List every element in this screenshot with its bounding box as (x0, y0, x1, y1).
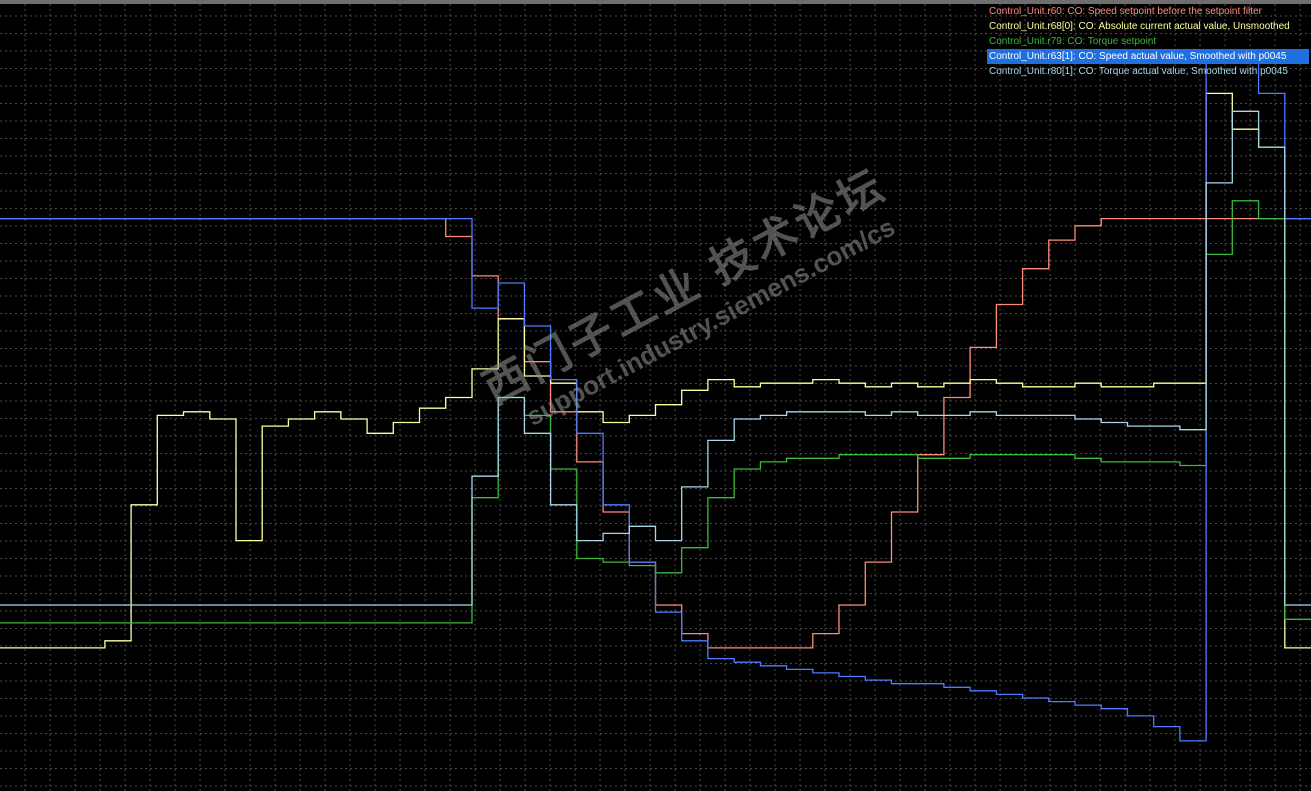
legend-entry-r60[interactable]: Control_Unit.r60: CO: Speed setpoint bef… (987, 4, 1309, 19)
legend-entry-r63[interactable]: Control_Unit.r63[1]: CO: Speed actual va… (987, 49, 1309, 64)
legend-entry-r79[interactable]: Control_Unit.r79: CO: Torque setpoint (987, 34, 1309, 49)
trace-plot[interactable] (0, 4, 1311, 791)
grid-layer (0, 4, 1311, 791)
series-layer (0, 57, 1311, 742)
legend-entry-r80[interactable]: Control_Unit.r80[1]: CO: Torque actual v… (987, 64, 1309, 79)
legend: Control_Unit.r60: CO: Speed setpoint bef… (987, 4, 1309, 79)
legend-entry-r68[interactable]: Control_Unit.r68[0]: CO: Absolute curren… (987, 19, 1309, 34)
series-line-3 (0, 57, 1311, 742)
series-line-4 (0, 110, 1311, 606)
